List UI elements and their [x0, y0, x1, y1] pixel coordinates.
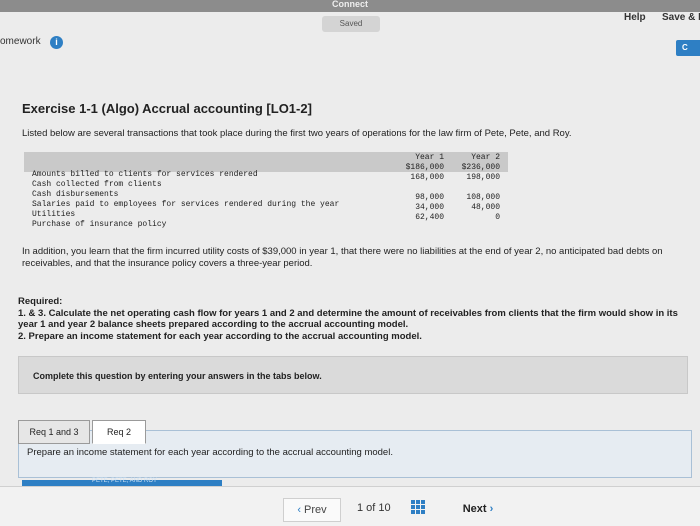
- header-year2: Year 2: [471, 153, 500, 162]
- window-title: Connect: [332, 0, 368, 9]
- tab-req-1-and-3[interactable]: Req 1 and 3: [18, 420, 90, 444]
- row5-year1: 34,000: [415, 203, 444, 212]
- next-label: Next: [462, 503, 487, 515]
- exercise-title: Exercise 1-1 (Algo) Accrual accounting […: [22, 101, 312, 116]
- row1-year1: $186,000: [405, 163, 444, 172]
- row4-year2: 108,000: [466, 193, 500, 202]
- required-label: Required:: [18, 296, 63, 307]
- row2-year1: 168,000: [410, 173, 444, 182]
- row6-year2: 0: [495, 213, 500, 222]
- row5-year2: 48,000: [471, 203, 500, 212]
- save-exit-button[interactable]: Save & E: [662, 12, 700, 23]
- row2-year2: 198,000: [466, 173, 500, 182]
- additional-info: In addition, you learn that the firm inc…: [22, 246, 663, 269]
- required-section: Required: 1. & 3. Calculate the net oper…: [18, 296, 698, 342]
- row3-label: Cash disbursements: [32, 190, 119, 199]
- corner-button[interactable]: C: [676, 40, 700, 56]
- chevron-right-icon: ›: [489, 503, 494, 515]
- row6-year1: 62,400: [415, 213, 444, 222]
- tab-req-2[interactable]: Req 2: [92, 420, 146, 444]
- help-link[interactable]: Help: [624, 12, 646, 23]
- transactions-table: Year 1 Year 2 $186,000 $236,000 Amounts …: [22, 150, 510, 229]
- footer-nav: [0, 486, 700, 526]
- instruction-text: Complete this question by entering your …: [33, 371, 322, 381]
- header-year1: Year 1: [415, 153, 444, 162]
- exercise-intro: Listed below are several transactions th…: [22, 128, 572, 139]
- chevron-left-icon: ‹: [297, 504, 301, 516]
- requirement-1-3: 1. & 3. Calculate the net operating cash…: [18, 307, 678, 331]
- row1-year2: $236,000: [461, 163, 500, 172]
- next-button[interactable]: Next ›: [448, 498, 508, 520]
- row4-year1: 98,000: [415, 193, 444, 202]
- prev-button[interactable]: ‹ Prev: [283, 498, 341, 522]
- saved-indicator: Saved: [322, 16, 380, 32]
- instruction-box: Complete this question by entering your …: [18, 356, 688, 394]
- requirement-2: 2. Prepare an income statement for each …: [18, 330, 422, 342]
- row2-label: Cash collected from clients: [32, 180, 162, 189]
- grid-icon[interactable]: [410, 499, 426, 515]
- answer-table-title: PETE, PETE, AND ROY: [92, 478, 158, 484]
- row1-label: Amounts billed to clients for services r…: [32, 170, 258, 179]
- prev-label: Prev: [304, 504, 327, 516]
- row5-label: Utilities: [32, 210, 76, 219]
- info-icon[interactable]: i: [50, 36, 63, 49]
- row6-label: Purchase of insurance policy: [32, 220, 167, 229]
- page-indicator[interactable]: 1 of 10: [357, 502, 391, 514]
- browser-top-strip: Connect: [0, 0, 700, 12]
- row4-label: Salaries paid to employees for services …: [32, 200, 340, 209]
- homework-label: omework: [0, 36, 41, 47]
- tab-panel-text: Prepare an income statement for each yea…: [27, 447, 393, 458]
